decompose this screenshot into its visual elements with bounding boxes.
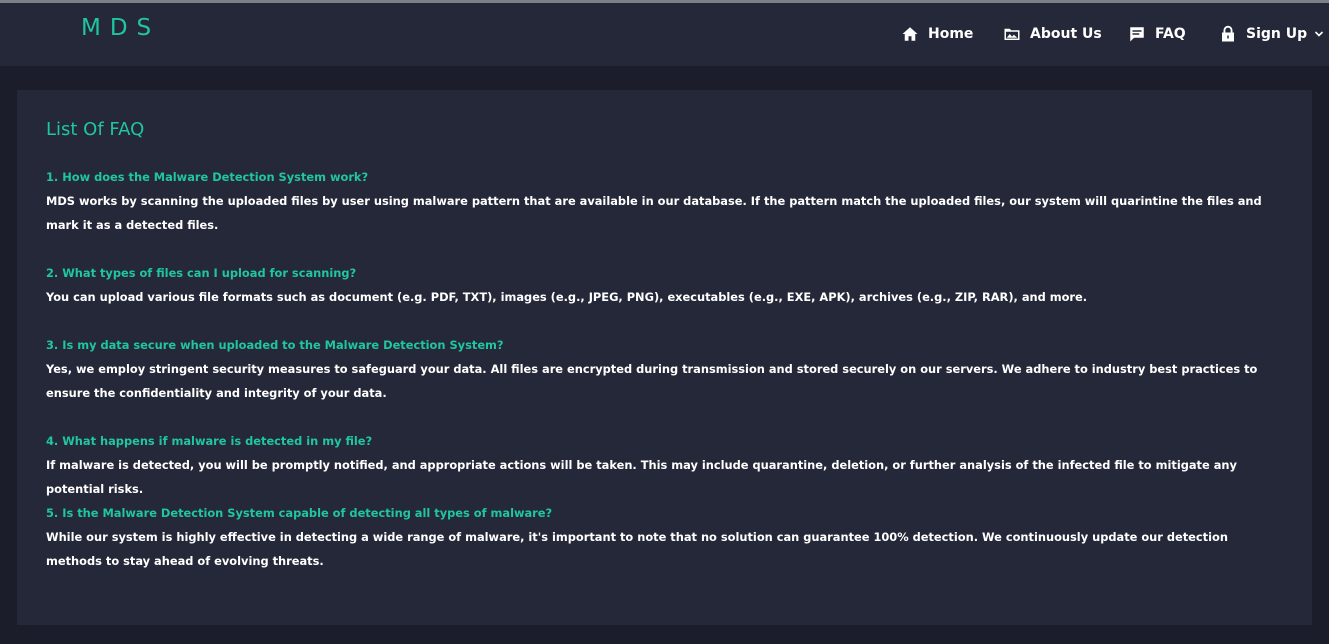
lock-icon xyxy=(1222,25,1234,42)
nav-signup-label: Sign Up xyxy=(1246,26,1308,42)
faq-answer: Yes, we employ stringent security measur… xyxy=(46,362,1258,400)
faq-card: List Of FAQ 1. How does the Malware Dete… xyxy=(17,90,1312,625)
nav-home-link[interactable]: Home xyxy=(901,23,973,45)
nav-faq-link[interactable]: FAQ xyxy=(1128,23,1186,45)
home-icon xyxy=(902,27,918,41)
faq-item: 5. Is the Malware Detection System capab… xyxy=(46,501,1266,573)
navbar: MDS Home About Us FAQ Sign Up xyxy=(0,3,1329,66)
faq-question: 3. Is my data secure when uploaded to th… xyxy=(46,338,504,352)
nav-about-link[interactable]: About Us xyxy=(1003,23,1102,45)
faq-item: 4. What happens if malware is detected i… xyxy=(46,429,1266,501)
faq-answer: If malware is detected, you will be prom… xyxy=(46,458,1237,496)
nav-faq-label: FAQ xyxy=(1155,26,1186,42)
faq-answer: You can upload various file formats such… xyxy=(46,290,1088,304)
faq-item: 2. What types of files can I upload for … xyxy=(46,261,1266,309)
faq-question: 4. What happens if malware is detected i… xyxy=(46,434,373,448)
logo[interactable]: MDS xyxy=(81,15,160,41)
faq-question: 5. Is the Malware Detection System capab… xyxy=(46,506,553,520)
nav-signup-dropdown[interactable]: Sign Up xyxy=(1219,23,1324,45)
nav-about-label: About Us xyxy=(1030,26,1102,42)
chevron-down-icon xyxy=(1315,31,1324,37)
faq-answer: While our system is highly effective in … xyxy=(46,530,1228,568)
faq-question: 1. How does the Malware Detection System… xyxy=(46,170,369,184)
image-icon xyxy=(1004,28,1020,40)
page-title: List Of FAQ xyxy=(46,119,145,140)
faq-item: 1. How does the Malware Detection System… xyxy=(46,165,1266,237)
faq-answer: MDS works by scanning the uploaded files… xyxy=(46,194,1262,232)
faq-item: 3. Is my data secure when uploaded to th… xyxy=(46,333,1266,405)
message-icon xyxy=(1130,27,1144,42)
nav-home-label: Home xyxy=(928,26,974,42)
faq-question: 2. What types of files can I upload for … xyxy=(46,266,357,280)
